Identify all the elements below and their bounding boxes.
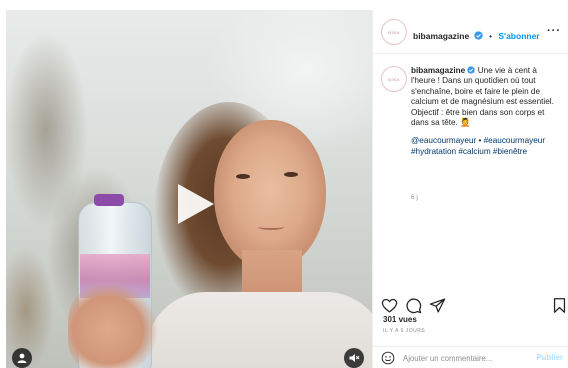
like-heart-icon[interactable] [381,297,398,314]
header-user-line: bibamagazine • S'abonner [413,26,540,44]
header-separator: • [489,32,492,41]
post-side-panel: BIBA bibamagazine • S'abonner ··· BIBA b… [372,10,568,368]
comment-input[interactable] [403,351,523,365]
user-tag-icon[interactable] [12,348,32,368]
avatar[interactable]: BIBA [381,19,407,45]
verified-badge-icon [474,31,483,40]
post-header: BIBA bibamagazine • S'abonner ··· [373,10,568,54]
emoji-icon[interactable] [381,351,395,365]
follow-button[interactable]: S'abonner [498,31,539,41]
instagram-post-modal: BIBA bibamagazine • S'abonner ··· BIBA b… [0,0,568,368]
header-username[interactable]: bibamagazine [413,31,469,41]
woman-face [214,120,326,270]
avatar-logo-text: BIBA [388,29,400,35]
play-icon[interactable] [174,182,216,226]
comment-bar: Publier [373,346,568,368]
caption-username[interactable]: bibamagazine [411,66,465,75]
post-video[interactable] [6,10,372,368]
mute-icon[interactable] [344,348,364,368]
post-caption: bibamagazine Une vie à cent à l'heure ! … [411,66,561,157]
right-eye [284,172,298,177]
view-count[interactable]: 301 vues [383,315,417,324]
save-bookmark-icon[interactable] [551,297,568,314]
woman-hand [68,282,168,368]
caption-avatar[interactable]: BIBA [381,66,407,92]
caption-avatar-logo-text: BIBA [388,76,400,82]
left-eye [236,174,250,179]
post-date[interactable]: IL Y A 6 JOURS [383,328,425,334]
comment-bubble-icon[interactable] [405,297,422,314]
smile [258,224,284,230]
caption-verified-badge-icon [467,66,476,74]
woman-shirt [146,292,372,368]
caption-hashtags[interactable]: @eaucourmayeur • #eaucourmayeur #hydrata… [411,136,561,157]
more-options-icon[interactable]: ··· [547,25,561,37]
caption-text-2: Objectif : être bien dans son corps et d… [411,107,545,128]
share-paper-plane-icon[interactable] [429,297,446,314]
publish-button[interactable]: Publier [537,353,563,362]
caption-time-ago: 6 j [411,194,418,201]
bottle-cap [94,194,124,206]
